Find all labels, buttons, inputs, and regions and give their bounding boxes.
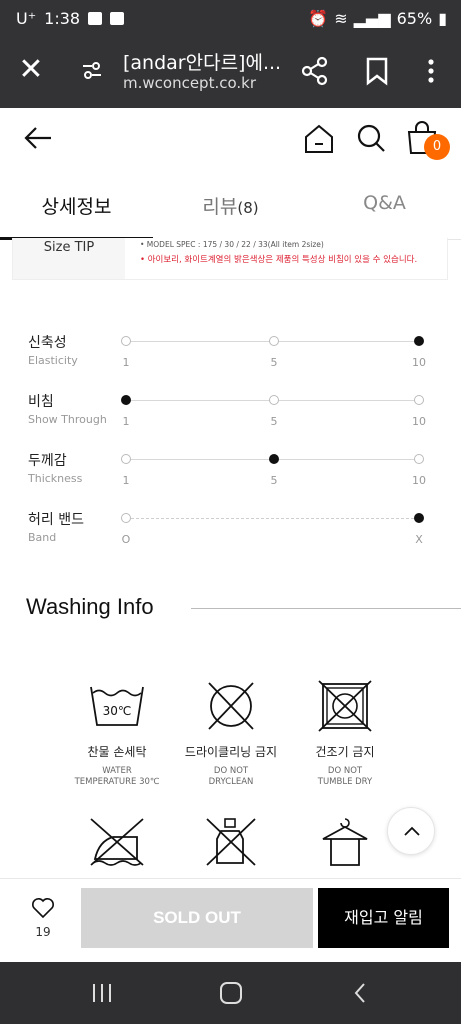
rating-dot-selected: [121, 395, 131, 405]
rating-dot-selected: [414, 336, 424, 346]
sold-out-button[interactable]: SOLD OUT: [81, 888, 313, 948]
battery-percent: 65%: [396, 9, 433, 28]
back-arrow-icon[interactable]: [22, 122, 54, 154]
tab-qna[interactable]: Q&A: [308, 192, 461, 214]
review-count: (8): [237, 199, 259, 217]
color-warning: • 아이보리, 화이트계열의 밝은색상은 제품의 특성상 비침이 있을 수 있습…: [140, 255, 418, 265]
rating-dot: [414, 395, 424, 405]
scale-o-label: O: [121, 533, 131, 546]
model-spec: • MODEL SPEC : 175 / 30 / 22 / 33(All it…: [140, 240, 324, 249]
rating-dot: [121, 336, 131, 346]
wash-item-no-tumble-dry: 건조기 금지 DO NOT TUMBLE DRY: [280, 679, 410, 788]
wash-temperature: 30℃: [103, 704, 132, 718]
search-icon[interactable]: [355, 122, 387, 154]
section-divider: [191, 608, 461, 609]
size-tip-box: Size TIP • MODEL SPEC : 175 / 30 / 22 / …: [12, 238, 448, 280]
chevron-up-icon: [404, 826, 420, 836]
site-header: [0, 108, 461, 170]
cart-count-badge: 0: [424, 134, 450, 160]
product-tabs: 상세정보 리뷰(8) Q&A: [0, 170, 461, 240]
no-bleach-icon: [206, 818, 256, 866]
share-icon[interactable]: [300, 56, 330, 86]
hand-wash-30-icon: 30℃: [90, 686, 144, 726]
tab-details[interactable]: 상세정보: [0, 192, 153, 219]
attribute-thickness: 두께감 Thickness 1 5 10: [28, 453, 426, 487]
wash-item-no-dryclean: 드라이클리닝 금지 DO NOT DRYCLEAN: [166, 679, 296, 788]
no-dryclean-icon: [208, 682, 254, 730]
tab-reviews[interactable]: 리뷰(8): [153, 192, 308, 219]
alarm-icon: ⏰: [308, 9, 329, 28]
rating-dot: [269, 395, 279, 405]
rating-dot: [121, 513, 131, 523]
system-nav-bar: [0, 962, 461, 1024]
back-nav-icon[interactable]: [352, 982, 368, 1004]
status-bar: U⁺ 1:38 ⏰ ≋ ▂▄▆ 65% ▮: [0, 0, 461, 40]
page-url[interactable]: m.wconcept.co.kr: [123, 74, 256, 92]
no-iron-icon: [90, 818, 144, 866]
rating-dot-selected: [269, 454, 279, 464]
wash-item-no-bleach: [166, 815, 296, 869]
rating-dot: [414, 454, 424, 464]
close-icon[interactable]: ✕: [18, 55, 44, 85]
scale-x-label: X: [415, 533, 423, 546]
size-tip-label: Size TIP: [13, 238, 125, 279]
signal-icon: ▂▄▆: [353, 9, 391, 28]
rating-dot: [269, 336, 279, 346]
app-notification-icon: [110, 12, 125, 25]
clock: 1:38: [44, 9, 81, 28]
site-settings-icon[interactable]: [80, 58, 104, 82]
browser-toolbar: ✕ [andar안다르]에... m.wconcept.co.kr: [0, 40, 461, 108]
wash-item-hand-wash: 30℃ 찬물 손세탁 WATER TEMPERATURE 30℃: [52, 679, 182, 788]
hang-dry-icon: [322, 818, 368, 866]
rating-dot: [121, 454, 131, 464]
bottom-action-bar: 19 SOLD OUT 재입고 알림: [0, 878, 461, 962]
rating-dot-selected: [414, 513, 424, 523]
attribute-elasticity: 신축성 Elasticity 1 5 10: [28, 335, 426, 369]
gallery-icon: [88, 12, 103, 25]
carrier-label: U⁺: [16, 9, 37, 28]
like-count: 19: [35, 925, 51, 939]
restock-alert-button[interactable]: 재입고 알림: [318, 888, 449, 948]
no-tumble-dry-icon: [318, 680, 372, 732]
attribute-waist-band: 허리 밴드 Band O X: [0, 509, 461, 559]
home-icon[interactable]: [302, 122, 336, 156]
attribute-show-through: 비침 Show Through 1 5 10: [28, 394, 426, 428]
scroll-to-top-button[interactable]: [387, 807, 435, 855]
wishlist-button[interactable]: 19: [20, 897, 66, 939]
recent-apps-icon[interactable]: [90, 982, 114, 1004]
wash-item-no-iron: [52, 815, 182, 869]
heart-icon: [32, 898, 54, 919]
home-nav-icon[interactable]: [220, 982, 242, 1004]
battery-icon: ▮: [438, 9, 447, 28]
more-options-icon[interactable]: [418, 56, 444, 86]
wifi-icon: ≋: [334, 9, 348, 28]
bookmark-icon[interactable]: [364, 56, 390, 86]
washing-info-title: Washing Info: [26, 594, 154, 619]
page-title: [andar안다르]에...: [123, 52, 282, 74]
